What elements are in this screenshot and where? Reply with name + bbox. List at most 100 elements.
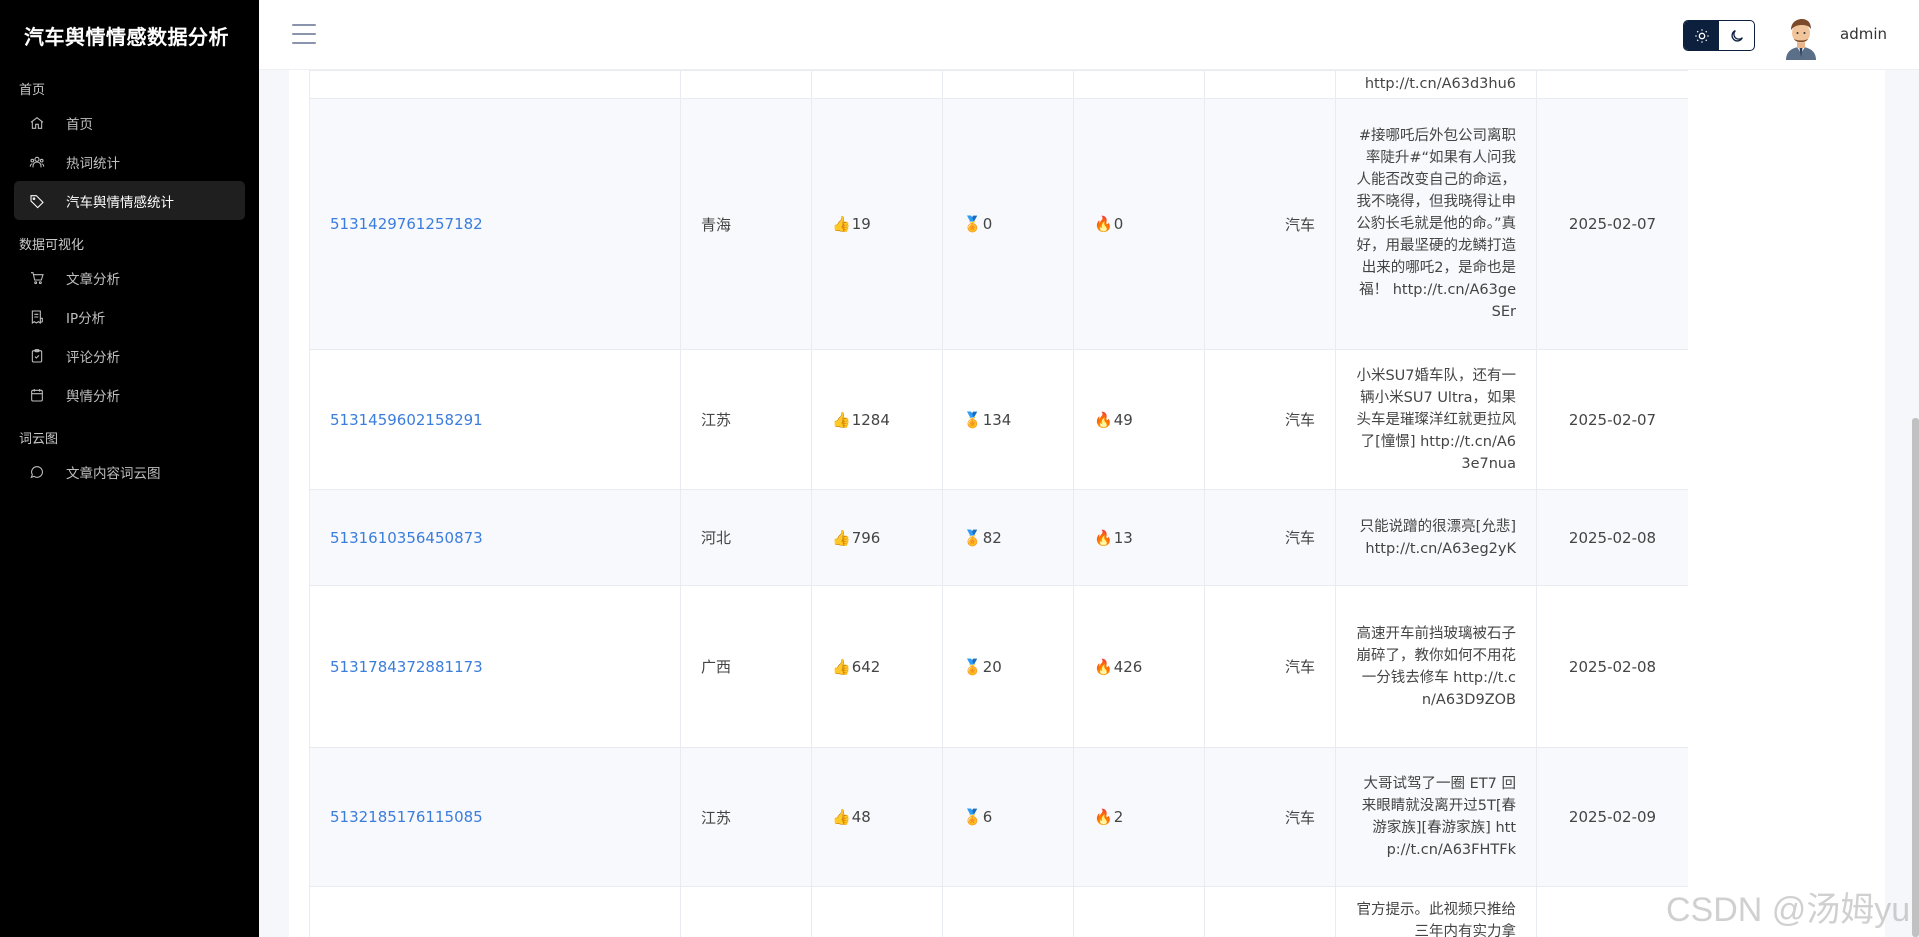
table-row: 5131459602158291 江苏 👍1284 🏅134 🔥49 汽车 小米… [309, 349, 1688, 490]
medal-icon: 🏅 [963, 215, 982, 233]
sidebar-item-label: 汽车舆情情感统计 [66, 194, 174, 211]
thumbs-up-icon: 👍 [832, 808, 851, 826]
sidebar-item-label: IP分析 [66, 310, 106, 327]
article-id-link[interactable]: 5131610356450873 [330, 529, 483, 547]
article-id-link[interactable]: 5131459602158291 [330, 411, 483, 429]
type-cell: 汽车 [1204, 747, 1336, 887]
comments-count: 82 [982, 528, 1002, 547]
fire-icon: 🔥 [1094, 528, 1113, 547]
likes-cell: 👍48 [811, 747, 943, 887]
username[interactable]: admin [1840, 25, 1887, 43]
medal-icon: 🏅 [963, 528, 982, 547]
article-id-link[interactable]: 5131429761257182 [330, 215, 483, 233]
sidebar-item-label: 舆情分析 [66, 388, 120, 405]
sidebar-item-label: 文章分析 [66, 271, 120, 288]
sun-icon [1694, 28, 1709, 43]
avatar[interactable] [1778, 14, 1824, 60]
likes-count: 642 [851, 657, 881, 676]
date-cell: 2025-02-08 [1536, 585, 1688, 748]
type-cell: 汽车 [1204, 585, 1336, 748]
table-cell [680, 70, 812, 99]
region-cell: 江苏 [680, 349, 812, 490]
reposts-cell: 🔥13 [1073, 489, 1205, 586]
table-cell [309, 886, 681, 937]
date-cell: 2025-02-07 [1536, 349, 1688, 490]
moon-icon [1730, 29, 1743, 42]
reposts-cell: 🔥2 [1073, 747, 1205, 887]
table-row: 5132185176115085 江苏 👍48 🏅6 🔥2 汽车 大哥试驾了一圈… [309, 747, 1688, 887]
content-cell: 小米SU7婚车队，还有一辆小米SU7 Ultra，如果头车是璀璨洋红就更拉风了[… [1335, 349, 1537, 490]
likes-count: 1284 [851, 410, 890, 429]
fire-icon: 🔥 [1094, 808, 1113, 826]
sidebar-section-wordcloud: 词云图 [19, 431, 59, 447]
theme-toggle[interactable] [1683, 20, 1755, 51]
thumbs-up-icon: 👍 [832, 410, 851, 429]
sidebar-item-label: 首页 [66, 116, 93, 133]
comments-count: 0 [982, 215, 993, 233]
type-cell: 汽车 [1204, 489, 1336, 586]
table-cell [1073, 70, 1205, 99]
receipt-icon [28, 308, 46, 326]
likes-cell: 👍1284 [811, 349, 943, 490]
reposts-count: 13 [1113, 528, 1133, 547]
medal-icon: 🏅 [963, 657, 982, 676]
comments-cell: 🏅0 [942, 98, 1074, 350]
comments-cell: 🏅20 [942, 585, 1074, 748]
comments-cell: 🏅134 [942, 349, 1074, 490]
page-scrollbar[interactable] [1912, 418, 1919, 937]
likes-cell: 👍19 [811, 98, 943, 350]
content-cell: 高速开车前挡玻璃被石子崩碎了，教你如何不用花一分钱去修车 http://t.cn… [1335, 585, 1537, 748]
article-id-link[interactable]: 5131784372881173 [330, 658, 483, 676]
sidebar-item-label: 文章内容词云图 [66, 465, 161, 482]
reposts-cell: 🔥0 [1073, 98, 1205, 350]
clipboard-icon [28, 347, 46, 365]
sidebar-item-sentiment-analysis[interactable]: 舆情分析 [14, 375, 245, 414]
thumbs-up-icon: 👍 [832, 657, 851, 676]
sidebar-item-comment-analysis[interactable]: 评论分析 [14, 336, 245, 375]
id-cell: 5131784372881173 [309, 585, 681, 748]
thumbs-up-icon: 👍 [832, 215, 851, 233]
id-cell: 5131429761257182 [309, 98, 681, 350]
sidebar-item-home[interactable]: 首页 [14, 103, 245, 142]
light-mode-button[interactable] [1684, 21, 1719, 50]
content-cell: 大哥试驾了一圈 ET7 回来眼睛就没离开过5T[春游家族][春游家族] http… [1335, 747, 1537, 887]
comments-count: 134 [982, 410, 1012, 429]
table-row: 官方提示。此视频只推给三年内有实力拿 [309, 886, 1688, 937]
fire-icon: 🔥 [1094, 215, 1113, 233]
sidebar: 汽车舆情情感数据分析 首页 首页 热词统计 汽车舆情情感统计 数据可视化 文章分… [0, 0, 259, 937]
sidebar-section-visualization: 数据可视化 [19, 237, 85, 253]
table-cell [1204, 70, 1336, 99]
likes-count: 19 [851, 215, 871, 233]
comments-count: 6 [982, 808, 993, 826]
table-cell [1073, 886, 1205, 937]
likes-count: 796 [851, 528, 881, 547]
id-cell: 5131610356450873 [309, 489, 681, 586]
sidebar-item-article-analysis[interactable]: 文章分析 [14, 258, 245, 297]
sidebar-item-hotwords[interactable]: 热词统计 [14, 142, 245, 181]
top-header: admin [259, 0, 1919, 70]
thumbs-up-icon: 👍 [832, 528, 851, 547]
comments-cell: 🏅6 [942, 747, 1074, 887]
reposts-cell: 🔥49 [1073, 349, 1205, 490]
fire-icon: 🔥 [1094, 410, 1113, 429]
reposts-count: 2 [1113, 808, 1124, 826]
watermark: CSDN @汤姆yu [1666, 891, 1911, 929]
reposts-count: 49 [1113, 410, 1133, 429]
table-cell [942, 886, 1074, 937]
sidebar-item-sentiment-stats[interactable]: 汽车舆情情感统计 [14, 181, 245, 220]
likes-cell: 👍642 [811, 585, 943, 748]
type-cell: 汽车 [1204, 98, 1336, 350]
sidebar-item-ip-analysis[interactable]: IP分析 [14, 297, 245, 336]
article-id-link[interactable]: 5132185176115085 [330, 808, 483, 826]
message-icon [28, 463, 46, 481]
menu-toggle-icon[interactable] [292, 24, 316, 44]
table-cell [942, 70, 1074, 99]
sidebar-item-wordcloud[interactable]: 文章内容词云图 [14, 452, 245, 491]
table-cell [680, 886, 812, 937]
cart-icon [28, 269, 46, 287]
dark-mode-button[interactable] [1719, 21, 1754, 50]
content-cell: 官方提示。此视频只推给三年内有实力拿 [1335, 886, 1537, 937]
type-cell: 汽车 [1204, 349, 1336, 490]
sentiment-table: http://t.cn/A63d3hu6 5131429761257182 青海… [309, 70, 1688, 937]
app-title: 汽车舆情情感数据分析 [24, 24, 229, 49]
